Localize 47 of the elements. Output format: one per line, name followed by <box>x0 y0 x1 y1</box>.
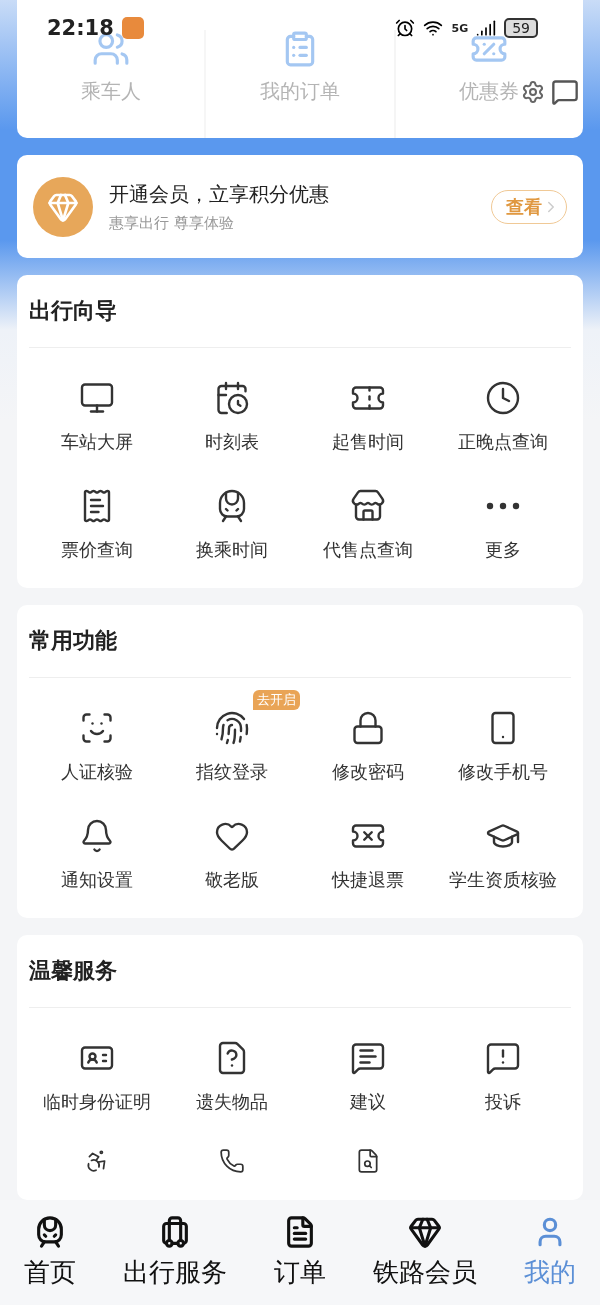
service-item[interactable]: 临时身份证明 <box>42 1040 151 1114</box>
service-item[interactable]: 代售点查询 <box>322 488 413 562</box>
service-item[interactable]: 车站大屏 <box>60 380 133 454</box>
alarm-icon <box>395 18 416 38</box>
service-item[interactable]: 快捷退票 <box>331 818 404 892</box>
service-item[interactable]: 修改密码 <box>331 710 404 784</box>
nav-tab[interactable]: 订单 <box>273 1215 326 1290</box>
gem-icon <box>408 1215 443 1249</box>
service-item[interactable]: 学生资质核验 <box>449 818 558 892</box>
nav-tab[interactable]: 首页 <box>23 1215 76 1290</box>
network-label: 5G <box>451 21 469 35</box>
banner-subtitle: 惠享出行 尊享体验 <box>109 213 235 233</box>
fingerprint-icon <box>214 710 251 746</box>
service-item[interactable]: 投诉 <box>485 1040 522 1114</box>
service-item[interactable]: 票价查询 <box>60 488 133 562</box>
service-item[interactable]: 时刻表 <box>205 380 260 454</box>
service-item[interactable]: 敬老版 <box>205 818 260 892</box>
message-warning-icon <box>485 1040 522 1076</box>
service-item[interactable]: 正晚点查询 <box>458 380 549 454</box>
section-title: 常用功能 <box>29 605 571 678</box>
service-item[interactable]: 换乘时间 <box>196 488 269 562</box>
store-icon <box>349 488 386 524</box>
service-item[interactable]: 建议 <box>349 1040 386 1114</box>
service-item[interactable]: 通知设置 <box>60 818 133 892</box>
nav-tab[interactable]: 出行服务 <box>122 1215 227 1290</box>
nav-tab[interactable]: 铁路会员 <box>373 1215 478 1290</box>
message-icon <box>349 1040 386 1076</box>
clock-icon <box>485 380 522 416</box>
banner-title: 开通会员，立享积分优惠 <box>109 180 330 208</box>
monitor-icon <box>78 380 115 416</box>
section-title: 出行向导 <box>29 275 571 348</box>
app-icon <box>121 17 144 39</box>
battery-level: 59 <box>504 18 538 38</box>
status-time: 22:18 <box>47 16 114 40</box>
service-item[interactable]: 更多 <box>485 488 522 562</box>
service-item[interactable]: 修改手机号 <box>458 710 549 784</box>
service-item[interactable]: 人证核验 <box>60 710 133 784</box>
settings-icon[interactable] <box>521 80 545 104</box>
calendar-clock-icon <box>214 380 251 416</box>
more-icon <box>486 502 521 510</box>
service-item[interactable]: 起售时间 <box>331 380 404 454</box>
message-icon[interactable] <box>551 78 579 106</box>
section-title: 温馨服务 <box>29 935 571 1008</box>
service-item[interactable]: 遗失物品 <box>196 1040 269 1114</box>
service-item[interactable]: 指纹登录 <box>196 710 269 784</box>
wifi-icon <box>423 18 444 38</box>
signal-icon <box>476 18 497 38</box>
